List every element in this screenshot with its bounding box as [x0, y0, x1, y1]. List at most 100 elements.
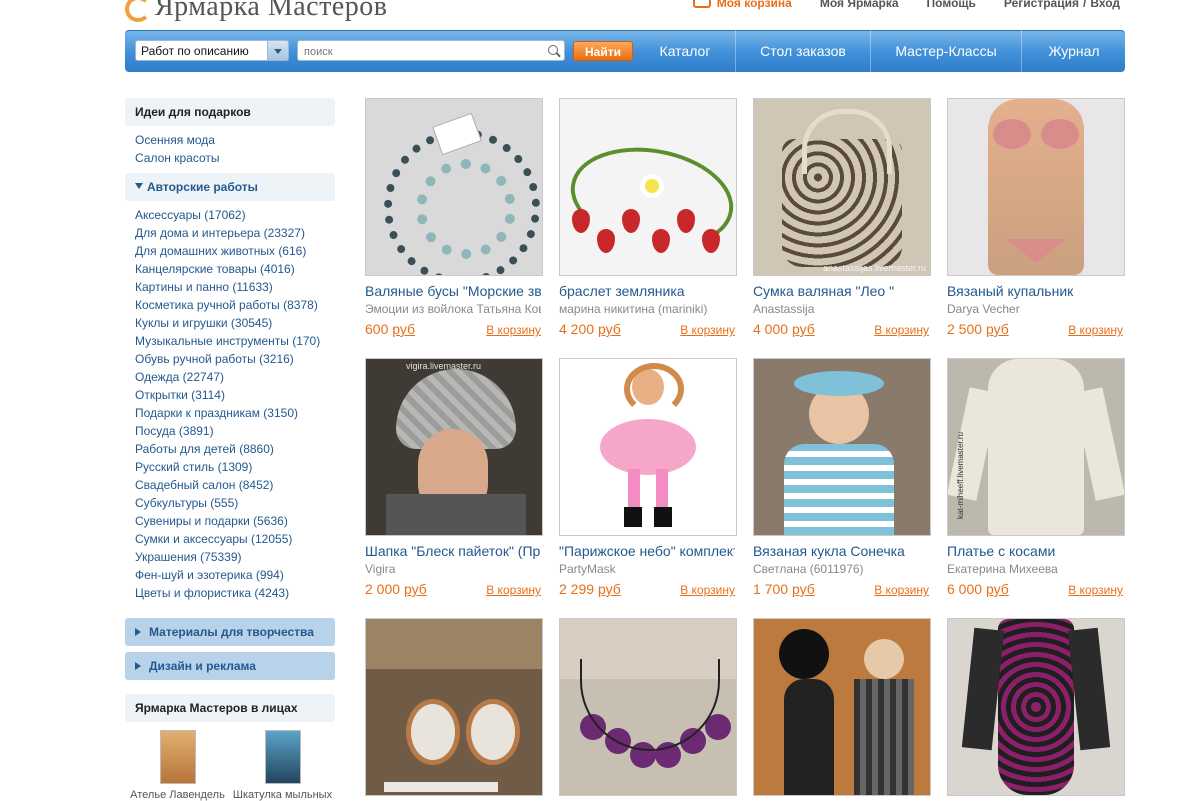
- product-card[interactable]: anastassijas.livemaster.ru Сумка валяная …: [753, 98, 931, 337]
- search-icon[interactable]: [548, 45, 558, 55]
- add-to-cart-link[interactable]: В корзину: [874, 323, 929, 337]
- sidebar-item-category[interactable]: Куклы и игрушки (30545): [135, 314, 335, 332]
- product-image[interactable]: [753, 618, 931, 796]
- sidebar-item-category[interactable]: Посуда (3891): [135, 422, 335, 440]
- nav-journal[interactable]: Журнал: [1021, 30, 1126, 72]
- product-author[interactable]: Екатерина Михеева: [947, 561, 1123, 577]
- product-author[interactable]: марина никитина (mariniki): [559, 301, 735, 317]
- sidebar-item-category[interactable]: Музыкальные инструменты (170): [135, 332, 335, 350]
- sidebar-item-category[interactable]: Открытки (3114): [135, 386, 335, 404]
- sidebar-item-category[interactable]: Фен-шуй и эзотерика (994): [135, 566, 335, 584]
- price-currency[interactable]: руб: [392, 321, 415, 337]
- sidebar-item-idea[interactable]: Салон красоты: [135, 149, 335, 167]
- product-title[interactable]: Вязаный купальник: [947, 282, 1123, 300]
- nav-master-classes[interactable]: Мастер-Классы: [870, 30, 1021, 72]
- product-author[interactable]: Anastassija: [753, 301, 929, 317]
- add-to-cart-link[interactable]: В корзину: [874, 583, 929, 597]
- price-currency[interactable]: руб: [986, 321, 1009, 337]
- product-image[interactable]: [947, 98, 1125, 276]
- product-title[interactable]: Сумка валяная "Лео ": [753, 282, 929, 300]
- face-caption[interactable]: Ателье Лавендель: [130, 789, 225, 801]
- sidebar-item-category[interactable]: Для домашних животных (616): [135, 242, 335, 260]
- add-to-cart-link[interactable]: В корзину: [680, 583, 735, 597]
- product-image[interactable]: [365, 98, 543, 276]
- sidebar-item-category[interactable]: Субкультуры (555): [135, 494, 335, 512]
- sidebar-item-category[interactable]: Косметика ручной работы (8378): [135, 296, 335, 314]
- help-link[interactable]: Помощь: [927, 0, 976, 10]
- price-currency[interactable]: руб: [792, 321, 815, 337]
- product-card[interactable]: Вязаный купальник Darya Vecher 2 500 руб…: [947, 98, 1125, 337]
- product-author[interactable]: Vigira: [365, 561, 541, 577]
- product-image[interactable]: kat-miheeff.livemaster.ru: [947, 358, 1125, 536]
- my-fair-link[interactable]: Моя Ярмарка: [820, 0, 899, 10]
- product-title[interactable]: браслет земляника: [559, 282, 735, 300]
- product-card[interactable]: sergovanceva.livemaster.ru: [365, 618, 543, 796]
- product-image[interactable]: [559, 358, 737, 536]
- sidebar-item-category[interactable]: Сувениры и подарки (5636): [135, 512, 335, 530]
- sidebar-item-category[interactable]: Для дома и интерьера (23327): [135, 224, 335, 242]
- product-title[interactable]: "Парижское небо" комплект: [559, 542, 735, 560]
- sidebar-item-category[interactable]: Обувь ручной работы (3216): [135, 350, 335, 368]
- product-card[interactable]: [753, 618, 931, 796]
- product-author[interactable]: Светлана (6011976): [753, 561, 929, 577]
- sidebar-item-category[interactable]: Аксессуары (17062): [135, 206, 335, 224]
- search-type-select[interactable]: Работ по описанию: [135, 40, 289, 61]
- sidebar-item-category[interactable]: Работы для детей (8860): [135, 440, 335, 458]
- product-title[interactable]: Вязаная кукла Сонечка: [753, 542, 929, 560]
- product-image[interactable]: anastassijas.livemaster.ru: [753, 98, 931, 276]
- product-card[interactable]: Валяные бусы "Морские звезды" Эмоции из …: [365, 98, 543, 337]
- product-image[interactable]: [753, 358, 931, 536]
- find-button[interactable]: Найти: [573, 41, 633, 61]
- add-to-cart-link[interactable]: В корзину: [1068, 323, 1123, 337]
- product-card[interactable]: [559, 618, 737, 796]
- sidebar-item-category[interactable]: Подарки к праздникам (3150): [135, 404, 335, 422]
- cart-link[interactable]: Моя корзина: [692, 0, 792, 10]
- sidebar-item-category[interactable]: Сумки и аксессуары (12055): [135, 530, 335, 548]
- sidebar-item-category[interactable]: Свадебный салон (8452): [135, 476, 335, 494]
- product-card[interactable]: vigira.livemaster.ru Шапка "Блеск пайеток…: [365, 358, 543, 597]
- product-author[interactable]: Эмоции из войлока Татьяна Коваленко: [365, 301, 541, 317]
- sidebar-item-category[interactable]: Картины и панно (11633): [135, 278, 335, 296]
- product-title[interactable]: Шапка "Блеск пайеток" (Продано): [365, 542, 541, 560]
- product-card[interactable]: "Парижское небо" комплект PartyMask 2 29…: [559, 358, 737, 597]
- product-image[interactable]: sergovanceva.livemaster.ru: [365, 618, 543, 796]
- search-input[interactable]: [302, 42, 542, 61]
- sidebar-item-category[interactable]: Цветы и флористика (4243): [135, 584, 335, 602]
- product-author[interactable]: Darya Vecher: [947, 301, 1123, 317]
- sidebar-item-category[interactable]: Русский стиль (1309): [135, 458, 335, 476]
- product-title[interactable]: Платье с косами: [947, 542, 1123, 560]
- price-currency[interactable]: руб: [598, 581, 621, 597]
- product-card[interactable]: [947, 618, 1125, 796]
- product-image[interactable]: [559, 98, 737, 276]
- price-currency[interactable]: руб: [404, 581, 427, 597]
- add-to-cart-link[interactable]: В корзину: [680, 323, 735, 337]
- face-caption[interactable]: Шкатулка мыльных: [233, 789, 332, 801]
- product-title[interactable]: Валяные бусы "Морские звезды": [365, 282, 541, 300]
- product-author[interactable]: PartyMask: [559, 561, 735, 577]
- product-card[interactable]: браслет земляника марина никитина (marin…: [559, 98, 737, 337]
- nav-orders[interactable]: Стол заказов: [735, 30, 870, 72]
- sidebar-item-category[interactable]: Украшения (75339): [135, 548, 335, 566]
- product-image[interactable]: vigira.livemaster.ru: [365, 358, 543, 536]
- price-currency[interactable]: руб: [792, 581, 815, 597]
- product-image[interactable]: [947, 618, 1125, 796]
- avatar[interactable]: [264, 730, 301, 784]
- sidebar-item-category[interactable]: Канцелярские товары (4016): [135, 260, 335, 278]
- price-currency[interactable]: руб: [598, 321, 621, 337]
- nav-catalog[interactable]: Каталог: [635, 30, 735, 72]
- product-image[interactable]: [559, 618, 737, 796]
- price-currency[interactable]: руб: [986, 581, 1009, 597]
- add-to-cart-link[interactable]: В корзину: [486, 583, 541, 597]
- product-card[interactable]: kat-miheeff.livemaster.ru Платье с косами…: [947, 358, 1125, 597]
- author-works-heading[interactable]: Авторские работы: [125, 173, 335, 201]
- site-logo[interactable]: Ярмарка Мастеров: [125, 0, 387, 22]
- sidebar-item-idea[interactable]: Осенняя мода: [135, 131, 335, 149]
- add-to-cart-link[interactable]: В корзину: [1068, 583, 1123, 597]
- face-card[interactable]: Ателье Лавендель: [125, 730, 230, 801]
- product-card[interactable]: Вязаная кукла Сонечка Светлана (6011976)…: [753, 358, 931, 597]
- login-link[interactable]: Вход: [1090, 0, 1120, 10]
- chevron-down-icon[interactable]: [267, 41, 288, 60]
- register-link[interactable]: Регистрация: [1004, 0, 1079, 10]
- avatar[interactable]: [159, 730, 196, 784]
- design-heading[interactable]: Дизайн и реклама: [125, 652, 335, 680]
